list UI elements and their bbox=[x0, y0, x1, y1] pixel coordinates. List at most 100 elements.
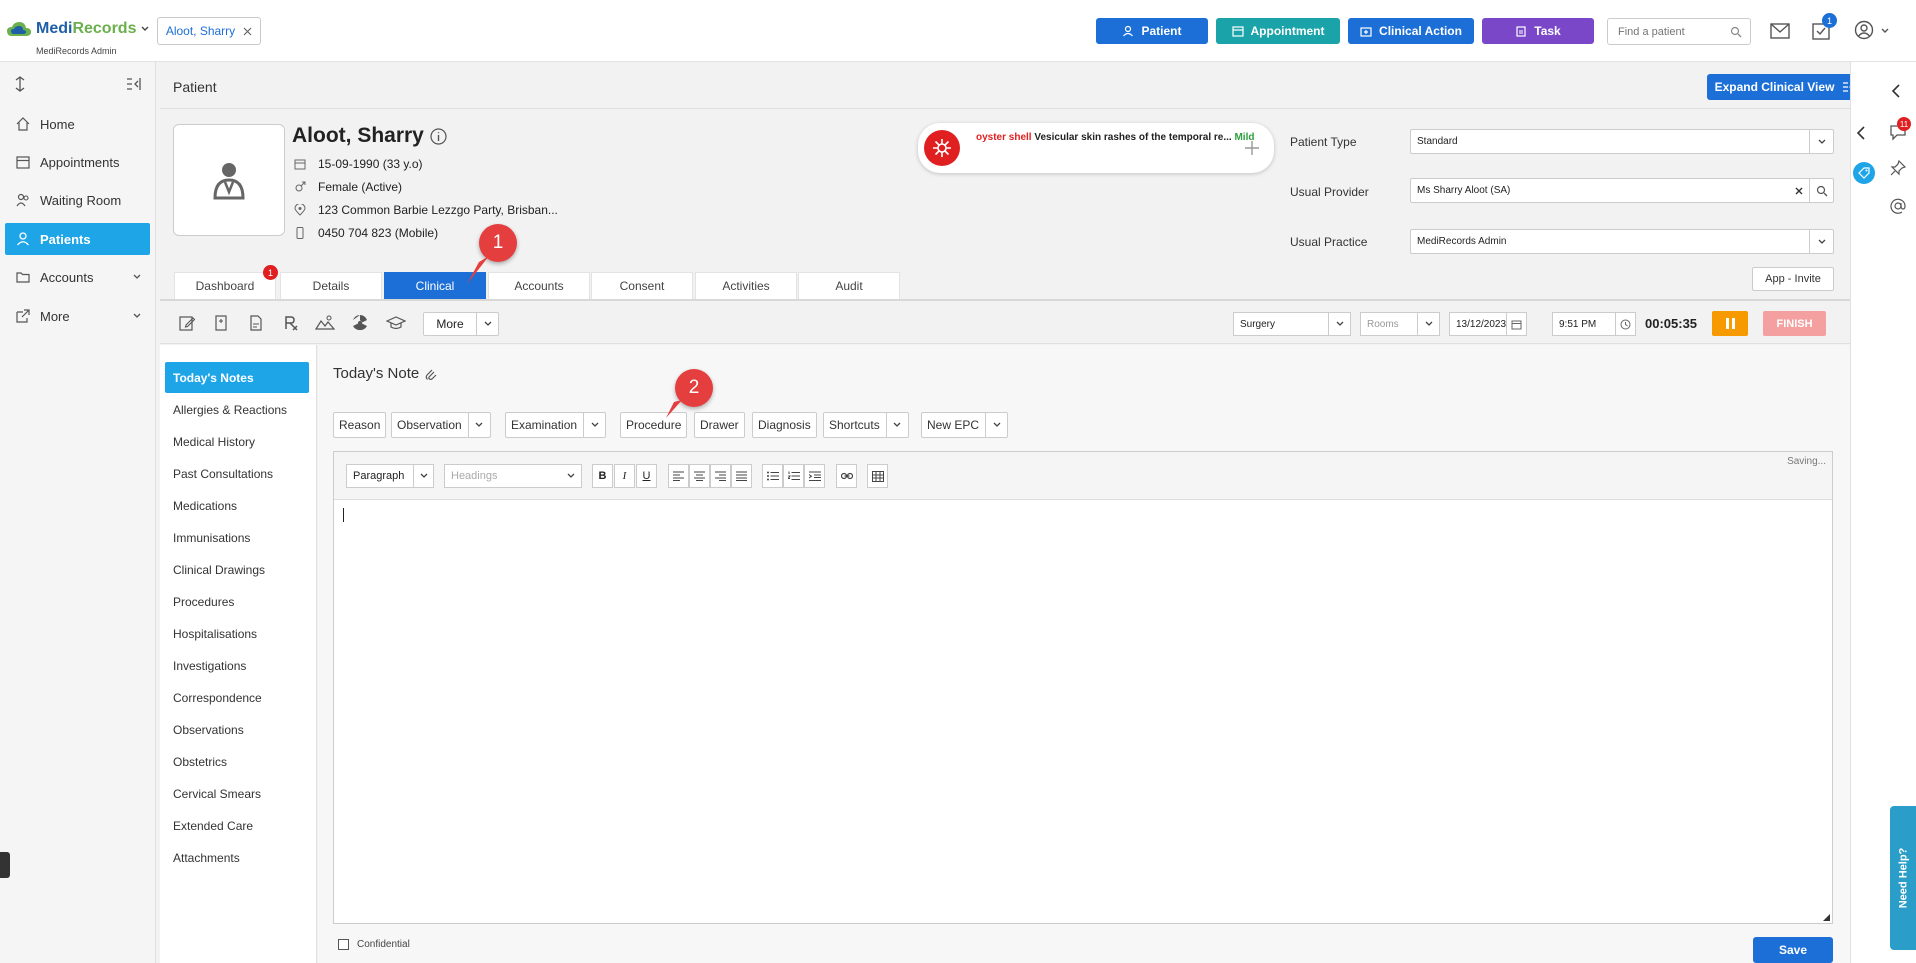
mail-icon[interactable] bbox=[1770, 23, 1790, 39]
headings-select[interactable]: Headings bbox=[444, 464, 582, 488]
chevron-left-icon[interactable] bbox=[1856, 126, 1866, 140]
clinical-menu-obstetrics[interactable]: Obstetrics bbox=[173, 755, 227, 769]
new-task-button[interactable]: Task bbox=[1482, 18, 1594, 44]
paragraph-format-select[interactable]: Paragraph bbox=[346, 464, 434, 488]
chevron-down-icon[interactable] bbox=[1880, 26, 1890, 36]
find-patient-input[interactable] bbox=[1616, 24, 1726, 39]
clinical-menu-immunisations[interactable]: Immunisations bbox=[173, 531, 250, 545]
drawer-button[interactable]: Drawer bbox=[694, 412, 745, 438]
align-justify-icon[interactable] bbox=[731, 464, 752, 488]
clinical-menu-medical-history[interactable]: Medical History bbox=[173, 435, 255, 449]
pin-icon[interactable] bbox=[1890, 160, 1906, 176]
chevron-down-icon[interactable] bbox=[140, 24, 150, 34]
finish-button[interactable]: FINISH bbox=[1763, 311, 1826, 336]
patient-avatar[interactable] bbox=[173, 124, 285, 236]
usual-provider-field[interactable]: Ms Sharry Aloot (SA) bbox=[1410, 178, 1834, 203]
expand-clinical-view-button[interactable]: Expand Clinical View bbox=[1707, 74, 1864, 100]
resize-handle-icon[interactable] bbox=[1823, 914, 1830, 921]
tab-audit[interactable]: Audit bbox=[798, 272, 900, 299]
link-icon[interactable] bbox=[836, 464, 857, 488]
bullet-list-icon[interactable] bbox=[762, 464, 783, 488]
paperclip-icon[interactable] bbox=[425, 367, 437, 381]
radiation-icon[interactable] bbox=[350, 313, 370, 333]
italic-icon[interactable]: I bbox=[614, 464, 635, 488]
clinical-menu-correspondence[interactable]: Correspondence bbox=[173, 691, 262, 705]
sidebar-item-accounts[interactable]: Accounts bbox=[5, 261, 150, 293]
close-icon[interactable] bbox=[243, 27, 252, 36]
new-appointment-button[interactable]: Appointment bbox=[1216, 18, 1340, 44]
pathology-icon[interactable] bbox=[211, 313, 231, 333]
find-patient-field[interactable] bbox=[1607, 18, 1751, 45]
note-editor[interactable]: Paragraph Headings B I U Saving... bbox=[333, 451, 1833, 924]
clinical-menu-cervical-smears[interactable]: Cervical Smears bbox=[173, 787, 261, 801]
user-account-icon[interactable] bbox=[1854, 20, 1874, 40]
new-epc-dropdown[interactable]: New EPC bbox=[921, 412, 1009, 438]
confidential-option[interactable]: Confidential bbox=[338, 939, 410, 950]
tab-dashboard[interactable]: Dashboard bbox=[174, 272, 276, 299]
at-sign-icon[interactable] bbox=[1890, 198, 1906, 214]
info-icon[interactable] bbox=[430, 127, 447, 145]
location-select[interactable]: Surgery bbox=[1233, 312, 1351, 336]
save-button[interactable]: Save bbox=[1753, 937, 1833, 963]
search-icon[interactable] bbox=[1730, 26, 1742, 38]
indent-icon[interactable] bbox=[804, 464, 825, 488]
confidential-checkbox[interactable] bbox=[338, 939, 349, 950]
clinical-menu-todays-notes[interactable]: Today's Notes bbox=[165, 362, 309, 393]
collapse-sidebar-icon[interactable] bbox=[126, 77, 142, 91]
align-center-icon[interactable] bbox=[689, 464, 710, 488]
observation-dropdown[interactable]: Observation bbox=[391, 412, 491, 438]
search-icon[interactable] bbox=[1809, 179, 1833, 202]
education-icon[interactable] bbox=[386, 313, 406, 333]
clinical-menu-investigations[interactable]: Investigations bbox=[173, 659, 246, 673]
patient-type-select[interactable]: Standard bbox=[1410, 129, 1834, 154]
clinical-action-button[interactable]: Clinical Action bbox=[1348, 18, 1474, 44]
new-patient-button[interactable]: Patient bbox=[1096, 18, 1208, 44]
underline-icon[interactable]: U bbox=[636, 464, 657, 488]
diagnosis-button[interactable]: Diagnosis bbox=[752, 412, 817, 438]
need-help-tab[interactable]: Need Help? bbox=[1890, 806, 1916, 950]
tab-activities[interactable]: Activities bbox=[695, 272, 797, 299]
open-patient-tab[interactable]: Aloot, Sharry bbox=[157, 17, 261, 45]
imaging-icon[interactable] bbox=[315, 313, 335, 333]
tag-icon[interactable] bbox=[1853, 162, 1875, 184]
sidebar-item-more[interactable]: More bbox=[5, 300, 150, 332]
shortcuts-dropdown[interactable]: Shortcuts bbox=[823, 412, 909, 438]
tab-consent[interactable]: Consent bbox=[591, 272, 693, 299]
app-invite-button[interactable]: App - Invite bbox=[1752, 267, 1834, 291]
app-logo[interactable]: MediRecords bbox=[6, 20, 150, 38]
chevron-left-icon[interactable] bbox=[1891, 84, 1901, 98]
table-icon[interactable] bbox=[867, 464, 888, 488]
clinical-menu-observations[interactable]: Observations bbox=[173, 723, 244, 737]
resize-vertical-icon[interactable] bbox=[14, 76, 26, 92]
clock-icon[interactable] bbox=[1615, 313, 1635, 335]
clinical-menu-procedures[interactable]: Procedures bbox=[173, 595, 234, 609]
prescription-icon[interactable] bbox=[281, 313, 301, 333]
pause-button[interactable] bbox=[1712, 311, 1748, 336]
clinical-menu-hospitalisations[interactable]: Hospitalisations bbox=[173, 627, 257, 641]
examination-dropdown[interactable]: Examination bbox=[505, 412, 607, 438]
numbered-list-icon[interactable] bbox=[783, 464, 804, 488]
rooms-select[interactable]: Rooms bbox=[1360, 312, 1440, 336]
sidebar-item-appointments[interactable]: Appointments bbox=[5, 146, 150, 178]
calendar-icon[interactable] bbox=[1506, 313, 1526, 335]
clinical-menu-attachments[interactable]: Attachments bbox=[173, 851, 240, 865]
sidebar-item-waiting-room[interactable]: Waiting Room bbox=[5, 184, 150, 216]
reason-button[interactable]: Reason bbox=[333, 412, 387, 438]
sidebar-item-home[interactable]: Home bbox=[5, 108, 150, 140]
allergy-alert-card[interactable]: oyster shell Vesicular skin rashes of th… bbox=[918, 123, 1274, 173]
clear-icon[interactable] bbox=[1795, 187, 1803, 195]
align-right-icon[interactable] bbox=[710, 464, 731, 488]
add-icon[interactable] bbox=[1244, 140, 1260, 156]
document-icon[interactable] bbox=[246, 313, 266, 333]
clinical-menu-past-consultations[interactable]: Past Consultations bbox=[173, 467, 273, 481]
sidebar-item-patients[interactable]: Patients bbox=[5, 223, 150, 255]
clinical-menu-extended-care[interactable]: Extended Care bbox=[173, 819, 253, 833]
time-field[interactable]: 9:51 PM bbox=[1552, 312, 1636, 336]
edit-note-icon[interactable] bbox=[177, 313, 197, 333]
date-field[interactable]: 13/12/2023 bbox=[1449, 312, 1527, 336]
tab-accounts[interactable]: Accounts bbox=[488, 272, 590, 299]
bold-icon[interactable]: B bbox=[592, 464, 613, 488]
clinical-menu-clinical-drawings[interactable]: Clinical Drawings bbox=[173, 563, 265, 577]
align-left-icon[interactable] bbox=[668, 464, 689, 488]
clinical-menu-allergies[interactable]: Allergies & Reactions bbox=[173, 403, 287, 417]
